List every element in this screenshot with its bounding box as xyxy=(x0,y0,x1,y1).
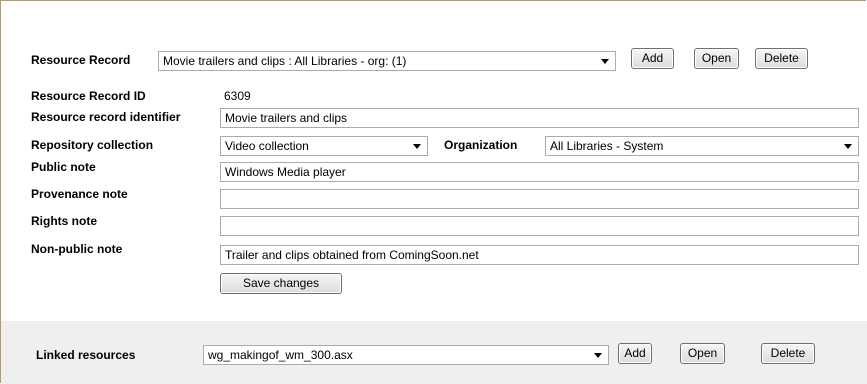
linked-add-button[interactable]: Add xyxy=(618,343,652,364)
resource-record-selected: Movie trailers and clips : All Libraries… xyxy=(163,54,407,68)
rights-note-input[interactable] xyxy=(220,216,859,236)
public-note-value: Windows Media player xyxy=(225,165,346,179)
chevron-down-icon xyxy=(601,59,609,64)
collection-label: Repository collection xyxy=(31,138,154,152)
resource-record-open-button[interactable]: Open xyxy=(694,48,739,69)
organization-selected: All Libraries - System xyxy=(550,139,664,153)
chevron-down-icon xyxy=(844,144,852,149)
identifier-input[interactable]: Movie trailers and clips xyxy=(220,108,859,128)
linked-resources-select[interactable]: wg_makingof_wm_300.asx xyxy=(203,345,609,365)
provenance-note-input[interactable] xyxy=(220,189,859,209)
collection-select[interactable]: Video collection xyxy=(220,136,428,156)
identifier-label: Resource record identifier xyxy=(31,110,181,124)
organization-select[interactable]: All Libraries - System xyxy=(545,136,859,156)
resource-record-label: Resource Record xyxy=(31,53,131,67)
nonpublic-note-input[interactable]: Trailer and clips obtained from ComingSo… xyxy=(220,245,859,265)
save-changes-button[interactable]: Save changes xyxy=(220,273,342,294)
provenance-note-label: Provenance note xyxy=(31,187,128,201)
linked-resources-label: Linked resources xyxy=(36,348,136,362)
resource-record-select[interactable]: Movie trailers and clips : All Libraries… xyxy=(158,51,616,71)
linked-delete-button[interactable]: Delete xyxy=(761,343,815,364)
resource-record-delete-button[interactable]: Delete xyxy=(755,48,808,69)
public-note-label: Public note xyxy=(31,160,96,174)
chevron-down-icon xyxy=(413,144,421,149)
public-note-input[interactable]: Windows Media player xyxy=(220,162,859,182)
linked-open-button[interactable]: Open xyxy=(680,343,725,364)
collection-selected: Video collection xyxy=(225,139,309,153)
chevron-down-icon xyxy=(594,353,602,358)
resource-record-add-button[interactable]: Add xyxy=(631,48,674,69)
nonpublic-note-label: Non-public note xyxy=(31,242,123,256)
organization-label: Organization xyxy=(444,138,518,152)
identifier-value: Movie trailers and clips xyxy=(225,111,348,125)
linked-resources-selected: wg_makingof_wm_300.asx xyxy=(208,348,353,362)
nonpublic-note-value: Trailer and clips obtained from ComingSo… xyxy=(225,248,479,262)
linked-resources-panel: Linked resources wg_makingof_wm_300.asx … xyxy=(1,321,867,384)
record-id-value: 6309 xyxy=(224,89,251,103)
record-id-label: Resource Record ID xyxy=(31,89,146,103)
rights-note-label: Rights note xyxy=(31,214,97,228)
